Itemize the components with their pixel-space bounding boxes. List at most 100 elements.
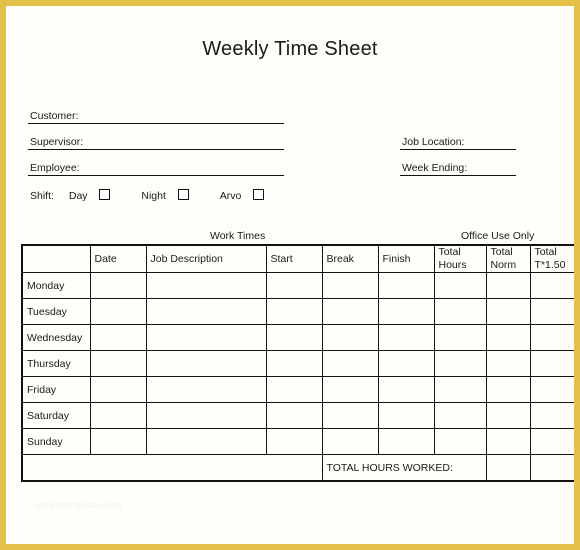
- cell-break[interactable]: [321, 428, 379, 455]
- cell-break[interactable]: [321, 402, 379, 429]
- cell-finish[interactable]: [377, 376, 435, 403]
- header-total-t150: Total T*1.50: [529, 244, 574, 273]
- field-customer[interactable]: Customer:: [28, 106, 284, 124]
- header-total-norm-line1: Total: [490, 246, 513, 258]
- cell-total-t150[interactable]: [529, 428, 574, 455]
- cell-total-norm[interactable]: [485, 376, 531, 403]
- cell-total-t150[interactable]: [529, 402, 574, 429]
- cell-date[interactable]: [89, 350, 147, 377]
- cell-start[interactable]: [265, 428, 323, 455]
- cell-job-description[interactable]: [145, 376, 267, 403]
- cell-total-t150[interactable]: [529, 324, 574, 351]
- cell-total-t150[interactable]: [529, 298, 574, 325]
- cell-job-description[interactable]: [145, 428, 267, 455]
- cell-break[interactable]: [321, 324, 379, 351]
- cell-total-norm[interactable]: [485, 402, 531, 429]
- shift-arvo-checkbox[interactable]: [253, 189, 265, 200]
- cell-total-hours[interactable]: [433, 272, 487, 299]
- page-title: Weekly Time Sheet: [202, 38, 378, 60]
- field-supervisor[interactable]: Supervisor:: [28, 132, 284, 150]
- cell-total-norm[interactable]: [485, 298, 531, 325]
- timesheet-table: Date Job Description Start Break Finish …: [21, 244, 574, 482]
- cell-total-t150[interactable]: [529, 272, 574, 299]
- field-employee[interactable]: Employee:: [28, 158, 284, 176]
- cell-job-description[interactable]: [145, 272, 267, 299]
- cell-finish[interactable]: [377, 428, 435, 455]
- header-total-t150-line1: Total: [534, 246, 557, 258]
- shift-option-day[interactable]: Day: [69, 189, 111, 202]
- cell-total-hours[interactable]: [433, 298, 487, 325]
- cell-date[interactable]: [89, 376, 147, 403]
- cell-date[interactable]: [89, 324, 147, 351]
- cell-total-hours[interactable]: [433, 376, 487, 403]
- cell-job-description[interactable]: [145, 402, 267, 429]
- cell-job-description[interactable]: [145, 324, 267, 351]
- table-row: Friday: [21, 376, 574, 403]
- cell-job-description[interactable]: [145, 298, 267, 325]
- shift-option-arvo[interactable]: Arvo: [220, 189, 265, 202]
- header-finish: Finish: [377, 244, 435, 273]
- watermark: sampletemplates.com: [34, 500, 122, 510]
- cell-start[interactable]: [265, 272, 323, 299]
- header-total-t150-line2: T*1.50: [534, 259, 566, 271]
- cell-date[interactable]: [89, 428, 147, 455]
- cell-total-t150[interactable]: [529, 350, 574, 377]
- cell-break[interactable]: [321, 272, 379, 299]
- cell-break[interactable]: [321, 376, 379, 403]
- cell-break[interactable]: [321, 298, 379, 325]
- total-hours-worked-label: TOTAL HOURS WORKED:: [321, 454, 487, 482]
- cell-date[interactable]: [89, 402, 147, 429]
- row-day-label: Tuesday: [21, 298, 91, 325]
- total-hours-worked-norm-value[interactable]: [485, 454, 531, 482]
- row-day-label: Sunday: [21, 428, 91, 455]
- cell-total-norm[interactable]: [485, 428, 531, 455]
- field-customer-label: Customer:: [30, 110, 79, 122]
- caption-work-times: Work Times: [210, 230, 266, 242]
- table-header-row: Date Job Description Start Break Finish …: [21, 244, 574, 273]
- cell-date[interactable]: [89, 298, 147, 325]
- shift-option-night[interactable]: Night: [141, 189, 189, 202]
- cell-break[interactable]: [321, 350, 379, 377]
- row-day-label: Monday: [21, 272, 91, 299]
- cell-finish[interactable]: [377, 350, 435, 377]
- cell-total-hours[interactable]: [433, 428, 487, 455]
- header-total-hours-line1: Total: [438, 246, 461, 258]
- table-total-row: TOTAL HOURS WORKED:: [21, 454, 574, 482]
- cell-total-norm[interactable]: [485, 324, 531, 351]
- header-total-hours: Total Hours: [433, 244, 487, 273]
- cell-start[interactable]: [265, 402, 323, 429]
- shift-day-checkbox[interactable]: [99, 189, 111, 200]
- cell-total-hours[interactable]: [433, 350, 487, 377]
- table-row: Wednesday: [21, 324, 574, 351]
- cell-date[interactable]: [89, 272, 147, 299]
- cell-start[interactable]: [265, 298, 323, 325]
- field-week-ending[interactable]: Week Ending:: [400, 158, 516, 176]
- cell-job-description[interactable]: [145, 350, 267, 377]
- row-day-label: Friday: [21, 376, 91, 403]
- cell-total-hours[interactable]: [433, 324, 487, 351]
- cell-total-hours[interactable]: [433, 402, 487, 429]
- cell-start[interactable]: [265, 324, 323, 351]
- table-row: Monday: [21, 272, 574, 299]
- cell-finish[interactable]: [377, 402, 435, 429]
- shift-night-checkbox[interactable]: [177, 189, 189, 200]
- header-date: Date: [89, 244, 147, 273]
- caption-office-use-only: Office Use Only: [461, 230, 535, 242]
- field-job-location-label: Job Location:: [402, 136, 465, 148]
- table-row: Saturday: [21, 402, 574, 429]
- field-job-location[interactable]: Job Location:: [400, 132, 516, 150]
- shift-row: Shift: Day Night Arvo: [30, 189, 292, 205]
- cell-finish[interactable]: [377, 272, 435, 299]
- row-day-label: Wednesday: [21, 324, 91, 351]
- cell-start[interactable]: [265, 350, 323, 377]
- table-row: Tuesday: [21, 298, 574, 325]
- cell-finish[interactable]: [377, 324, 435, 351]
- cell-total-norm[interactable]: [485, 272, 531, 299]
- field-employee-label: Employee:: [30, 162, 80, 174]
- total-hours-worked-t150-value[interactable]: [529, 454, 574, 482]
- header-job-description: Job Description: [145, 244, 267, 273]
- cell-start[interactable]: [265, 376, 323, 403]
- cell-finish[interactable]: [377, 298, 435, 325]
- cell-total-t150[interactable]: [529, 376, 574, 403]
- cell-total-norm[interactable]: [485, 350, 531, 377]
